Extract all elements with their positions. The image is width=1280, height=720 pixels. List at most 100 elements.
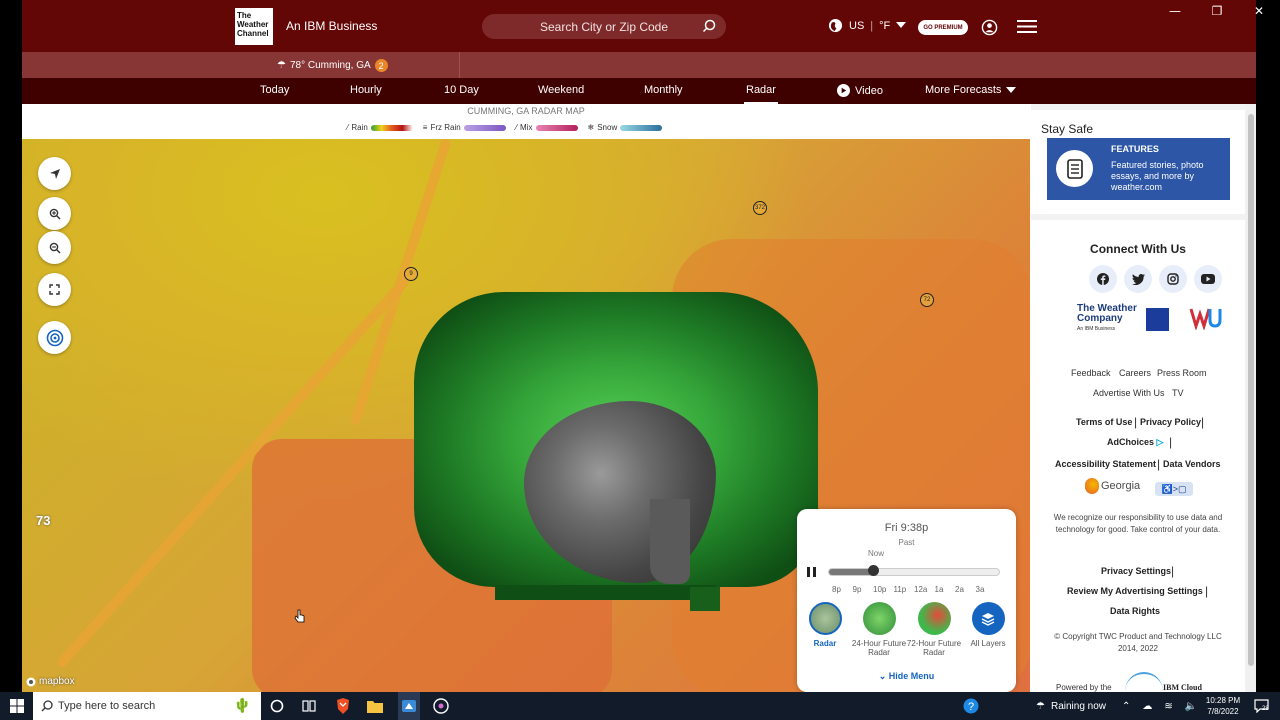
svg-text:?: ? (968, 701, 974, 713)
windows-start-icon[interactable] (8, 697, 26, 715)
fullscreen-button[interactable] (38, 273, 71, 306)
navigation-arrow-icon (49, 168, 60, 179)
clock-date: 7/8/2022 (1207, 707, 1239, 716)
pause-icon[interactable] (806, 566, 817, 578)
close-button[interactable]: ✕ (1238, 0, 1280, 22)
radar-settings-button[interactable] (38, 321, 71, 354)
nav-hourly[interactable]: Hourly (350, 84, 382, 96)
data-rights-link[interactable]: Data Rights (1110, 606, 1160, 616)
help-icon[interactable]: ? (962, 697, 980, 715)
taskbar-search-placeholder: Type here to search (58, 700, 156, 712)
minimize-button[interactable]: — (1154, 0, 1196, 22)
timeline-handle[interactable] (867, 565, 879, 576)
go-premium-button[interactable]: GO PREMIUM (918, 20, 968, 35)
nav-monthly[interactable]: Monthly (644, 84, 683, 96)
taskbar-weather-label: Raining now (1050, 700, 1107, 712)
advertise-link[interactable]: Advertise With Us (1093, 388, 1165, 398)
zoom-out-button[interactable] (38, 231, 71, 264)
scrollbar-thumb[interactable] (1248, 114, 1254, 666)
ibm-tagline: An IBM Business (286, 19, 378, 33)
taskbar-clock[interactable]: 10:28 PM 7/8/2022 (1200, 695, 1246, 717)
careers-link[interactable]: Careers (1119, 368, 1151, 378)
accessibility-icon[interactable]: ♿>▢ (1155, 482, 1193, 496)
layer-label: All Layers (970, 639, 1006, 648)
layer-72-hour-future-radar-button[interactable]: 72-Hour Future Radar (906, 602, 962, 657)
wifi-icon[interactable]: ≋ (1164, 701, 1172, 712)
georgia-logo[interactable]: Georgia (1085, 478, 1140, 494)
file-explorer-icon[interactable] (366, 697, 384, 715)
alert-count-badge[interactable]: 2 (374, 59, 388, 72)
cloud-sync-icon[interactable]: ☁ (1142, 701, 1152, 712)
notification-icon[interactable]: 28 (1252, 697, 1270, 715)
current-location[interactable]: ☂ 78° Cumming, GA 2 (277, 59, 388, 72)
hide-menu-button[interactable]: ⌄ Hide Menu (797, 671, 1016, 682)
advertising-settings-link[interactable]: Review My Advertising Settings (1067, 586, 1203, 596)
terms-of-use-link[interactable]: Terms of Use (1076, 417, 1132, 427)
taskbar-weather-widget[interactable]: ☂ Raining now (1036, 692, 1106, 720)
weather-condition-icon: ☂ (277, 60, 286, 71)
nav-more-forecasts[interactable]: More Forecasts (925, 84, 1017, 96)
restore-button[interactable]: ❐ (1196, 0, 1238, 22)
layer-radar-button[interactable]: Radar (797, 602, 853, 648)
privacy-policy-link[interactable]: Privacy Policy (1140, 417, 1201, 427)
search-icon (41, 700, 53, 712)
account-icon[interactable] (981, 19, 998, 36)
legend-mix: ⁄ Mix (516, 123, 578, 132)
stay-safe-module: Stay Safe FEATURES Featured stories, pho… (1031, 110, 1245, 214)
hamburger-menu-icon[interactable] (1017, 19, 1037, 34)
active-app-icon[interactable] (398, 692, 420, 720)
connect-title: Connect With Us (1090, 242, 1186, 256)
weather-company-logo[interactable]: The Weather Company An IBM Business (1077, 304, 1137, 334)
chevron-up-icon[interactable]: ⌃ (1122, 701, 1130, 712)
twc-channel-logo-icon[interactable] (1146, 308, 1169, 331)
volume-icon[interactable]: 🔈 (1185, 701, 1197, 712)
youtube-icon[interactable] (1194, 265, 1222, 293)
caret-down-icon (1006, 86, 1017, 93)
layer-all-layers-button[interactable]: All Layers (960, 602, 1016, 648)
adchoices-label: AdChoices (1107, 437, 1155, 447)
layer-24-hour-future-radar-button[interactable]: 24-Hour Future Radar (851, 602, 907, 657)
mapbox-attribution[interactable]: mapbox (26, 676, 75, 687)
locate-me-button[interactable] (38, 157, 71, 190)
divider: | (1134, 415, 1138, 429)
tv-link[interactable]: TV (1172, 388, 1184, 398)
cortana-icon[interactable] (268, 697, 286, 715)
press-room-link[interactable]: Press Room (1157, 368, 1207, 378)
search-icon[interactable] (702, 19, 716, 33)
facebook-icon[interactable] (1089, 265, 1117, 293)
nav-weekend[interactable]: Weekend (538, 84, 584, 96)
adchoices-link[interactable]: AdChoices ▷ (1107, 437, 1163, 448)
nav-video[interactable]: Video (837, 84, 883, 97)
divider: | (1205, 584, 1209, 598)
future-radar-thumbnail (862, 602, 896, 635)
accessibility-statement-link[interactable]: Accessibility Statement (1055, 459, 1156, 469)
hide-menu-label: Hide Menu (888, 671, 935, 681)
search-placeholder: Search City or Zip Code (539, 19, 669, 34)
features-promo[interactable]: FEATURES Featured stories, photo essays,… (1047, 138, 1230, 200)
privacy-settings-link[interactable]: Privacy Settings (1101, 566, 1171, 576)
taskbar-search-input[interactable]: Type here to search 🌵 (33, 692, 261, 720)
page-scrollbar[interactable] (1246, 104, 1256, 692)
footer-module: Connect With Us The Weather Company An I… (1031, 220, 1245, 692)
nav-radar[interactable]: Radar (744, 84, 778, 104)
wunderground-logo-icon[interactable] (1189, 306, 1223, 332)
chevron-down-icon: ⌄ (878, 671, 889, 681)
features-text: Featured stories, photo essays, and more… (1111, 160, 1204, 192)
timeline-now-label: Now (868, 549, 885, 558)
feedback-link[interactable]: Feedback (1071, 368, 1111, 378)
task-view-icon[interactable] (300, 697, 318, 715)
timeline-scrubber[interactable] (828, 568, 1000, 576)
locale-selector[interactable]: US | °F (828, 18, 907, 33)
nav-today[interactable]: Today (260, 84, 289, 96)
brave-browser-icon[interactable] (334, 697, 352, 715)
zoom-in-button[interactable] (38, 197, 71, 230)
nav-10-day[interactable]: 10 Day (444, 84, 479, 96)
data-vendors-link[interactable]: Data Vendors (1163, 459, 1221, 469)
twitter-icon[interactable] (1124, 265, 1152, 293)
twc-logo[interactable]: The Weather Channel (235, 8, 273, 45)
timeline-tick-label: 11p (893, 585, 907, 594)
media-app-icon[interactable] (432, 697, 450, 715)
instagram-icon[interactable] (1159, 265, 1187, 293)
search-input[interactable]: Search City or Zip Code (482, 14, 726, 39)
adchoices-icon: ▷ (1156, 437, 1164, 447)
